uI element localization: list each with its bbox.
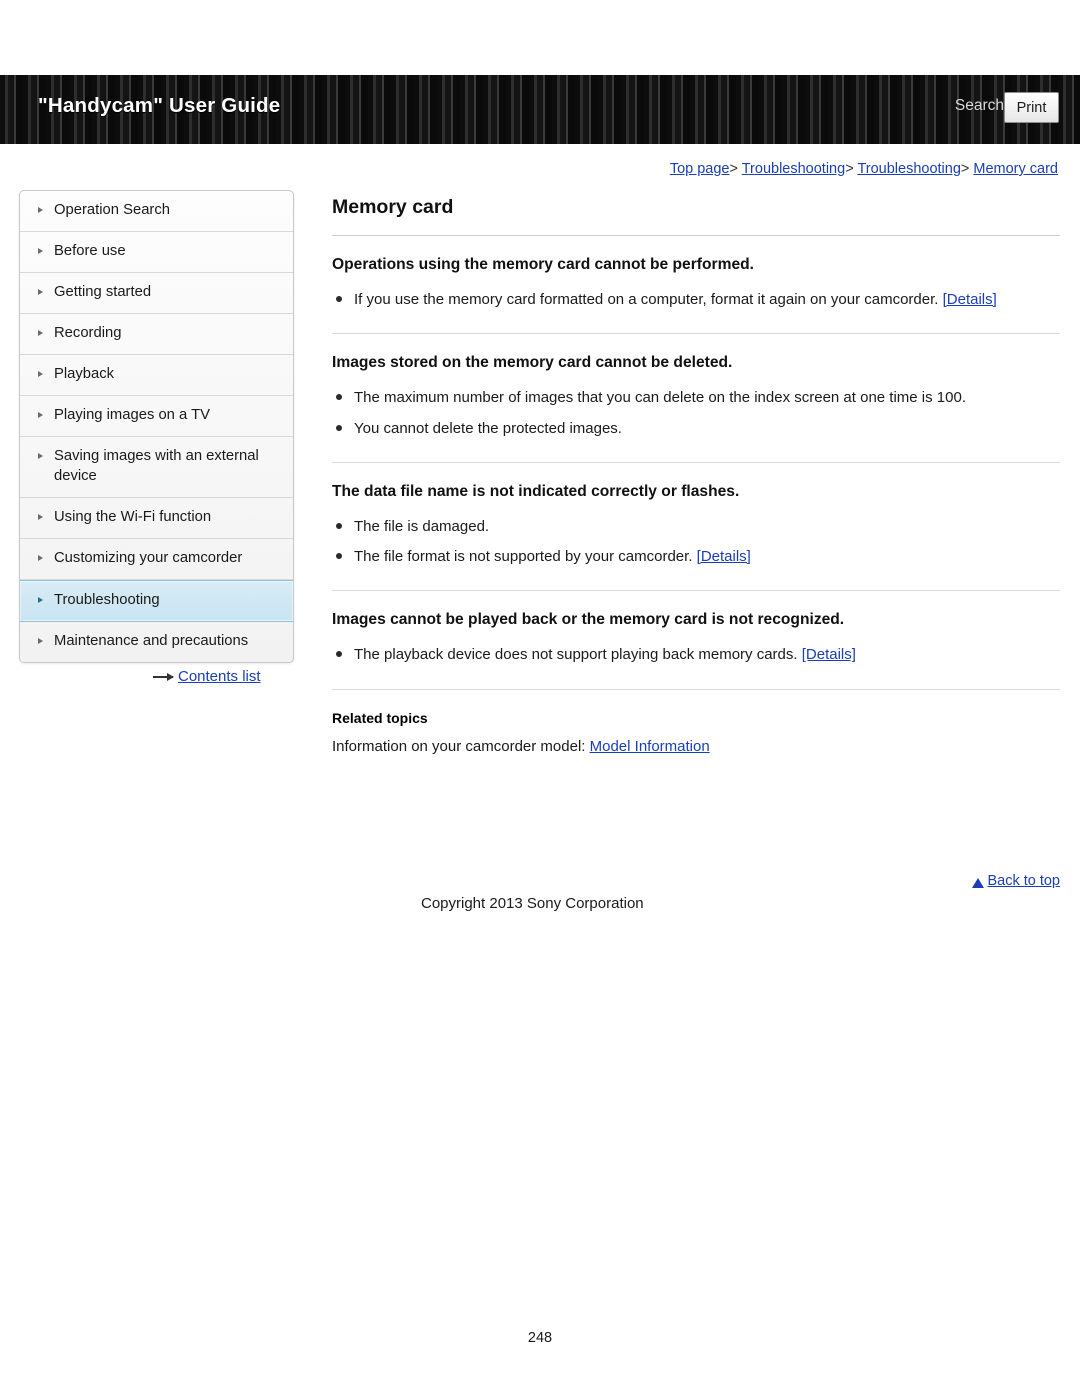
sidebar-item-label: Troubleshooting [54, 591, 160, 608]
title-divider [332, 235, 1060, 236]
print-button[interactable]: Print [1004, 92, 1059, 123]
page-title: Memory card [332, 196, 454, 218]
breadcrumb-separator: > [960, 161, 970, 177]
sidebar-item-label: Playing images on a TV [54, 406, 211, 423]
breadcrumb-item-troubleshooting[interactable]: Troubleshooting [742, 161, 845, 177]
sidebar-item-playing-images-on-a-tv[interactable]: Playing images on a TV [20, 396, 293, 437]
section-divider [332, 590, 1060, 592]
sidebar-item-recording[interactable]: Recording [20, 314, 293, 355]
bullet-list-1: If you use the memory card formatted on … [332, 288, 1060, 311]
sidebar-item-label: Maintenance and precautions [54, 632, 249, 649]
triangle-up-icon [972, 878, 984, 888]
chevron-right-icon [38, 329, 43, 336]
chevron-right-icon [38, 411, 43, 418]
chevron-right-icon [38, 513, 43, 520]
list-item-text: The maximum number of images that you ca… [354, 389, 966, 407]
sidebar-item-label: Before use [54, 242, 126, 259]
sidebar-item-operation-search[interactable]: Operation Search [20, 191, 293, 232]
list-item-text: The file is damaged. [354, 517, 490, 535]
details-link[interactable]: [Details] [943, 291, 997, 308]
contents-list-link[interactable]: Contents list [178, 668, 261, 685]
sidebar-item-saving-images-with-an-external-device[interactable]: Saving images with an external device [20, 437, 293, 498]
sidebar-item-playback[interactable]: Playback [20, 355, 293, 396]
breadcrumb: Top page> Troubleshooting> Troubleshooti… [670, 161, 1058, 177]
section-heading-1: Operations using the memory card cannot … [332, 256, 754, 273]
bullet-list-3: The file is damaged. The file format is … [332, 515, 1060, 569]
chevron-right-icon [38, 637, 43, 644]
section-heading-2: Images stored on the memory card cannot … [332, 354, 733, 372]
sidebar: Operation Search Before use Getting star… [19, 190, 294, 663]
sidebar-item-label: Getting started [54, 283, 152, 300]
sidebar-item-maintenance-and-precautions[interactable]: Maintenance and precautions [20, 622, 293, 662]
breadcrumb-item-memory-card[interactable]: Memory card [973, 161, 1058, 177]
sidebar-item-troubleshooting[interactable]: Troubleshooting [20, 579, 293, 622]
related-topics-line: Information on your camcorder model: Mod… [332, 738, 1060, 755]
page-number: 248 [527, 1330, 553, 1346]
section-heading-3: The data file name is not indicated corr… [332, 482, 740, 500]
copyright-text: Copyright 2013 Sony Corporation [421, 895, 644, 912]
sidebar-item-label: Using the Wi-Fi function [54, 508, 212, 525]
breadcrumb-item-top-page[interactable]: Top page [670, 161, 730, 177]
list-item: The maximum number of images that you ca… [332, 386, 1060, 409]
related-topics-title: Related topics [332, 709, 428, 726]
page-title-banner: "Handycam" User Guide [38, 94, 281, 117]
sidebar-item-before-use[interactable]: Before use [20, 232, 293, 273]
chevron-right-icon [38, 288, 43, 295]
list-item: The playback device does not support pla… [332, 643, 1060, 666]
breadcrumb-separator: > [845, 161, 854, 177]
related-divider [332, 688, 1060, 690]
sidebar-item-label: Operation Search [54, 202, 170, 218]
chevron-right-icon [38, 596, 43, 603]
details-link[interactable]: [Details] [697, 548, 751, 565]
breadcrumb-separator: > [729, 161, 738, 177]
chevron-right-icon [38, 370, 43, 377]
sidebar-item-label: Saving images with an external device [54, 447, 259, 484]
list-item: The file format is not supported by your… [332, 545, 1060, 568]
list-item-text: If you use the memory card formatted on … [354, 291, 943, 308]
details-link[interactable]: [Details] [802, 646, 856, 663]
chevron-right-icon [38, 554, 43, 561]
section-divider [332, 333, 1060, 335]
list-item-text: The file format is not supported by your… [354, 548, 697, 565]
sidebar-item-using-the-wi-fi-function[interactable]: Using the Wi-Fi function [20, 498, 293, 539]
sidebar-item-label: Recording [54, 324, 122, 341]
bullet-list-2: The maximum number of images that you ca… [332, 386, 1060, 440]
chevron-right-icon [38, 452, 43, 459]
bullet-list-4: The playback device does not support pla… [332, 643, 1060, 666]
search-link[interactable]: Search [955, 97, 1004, 115]
app-header: "Handycam" User Guide Search Print [0, 75, 1080, 144]
related-topics-text: Information on your camcorder model: [332, 737, 590, 755]
list-item-text: You cannot delete the protected images. [354, 419, 622, 437]
sidebar-item-customizing-your-camcorder[interactable]: Customizing your camcorder [20, 539, 293, 580]
model-information-link[interactable]: Model Information [590, 738, 710, 755]
list-item-text: The playback device does not support pla… [354, 646, 802, 664]
main-content: Memory card Operations using the memory … [332, 196, 1060, 755]
back-to-top-link[interactable]: Back to top [987, 873, 1060, 889]
section-heading-4: Images cannot be played back or the memo… [332, 611, 845, 629]
chevron-right-icon [38, 207, 43, 213]
sidebar-item-getting-started[interactable]: Getting started [20, 273, 293, 314]
chevron-right-icon [38, 247, 43, 254]
sidebar-item-label: Customizing your camcorder [54, 549, 243, 566]
sidebar-item-label: Playback [54, 365, 115, 382]
breadcrumb-item-troubleshooting-2[interactable]: Troubleshooting [857, 161, 960, 177]
section-divider [332, 461, 1060, 463]
list-item: You cannot delete the protected images. [332, 417, 1060, 440]
arrow-right-icon [153, 672, 174, 681]
list-item: The file is damaged. [332, 515, 1060, 538]
list-item: If you use the memory card formatted on … [332, 288, 1060, 311]
